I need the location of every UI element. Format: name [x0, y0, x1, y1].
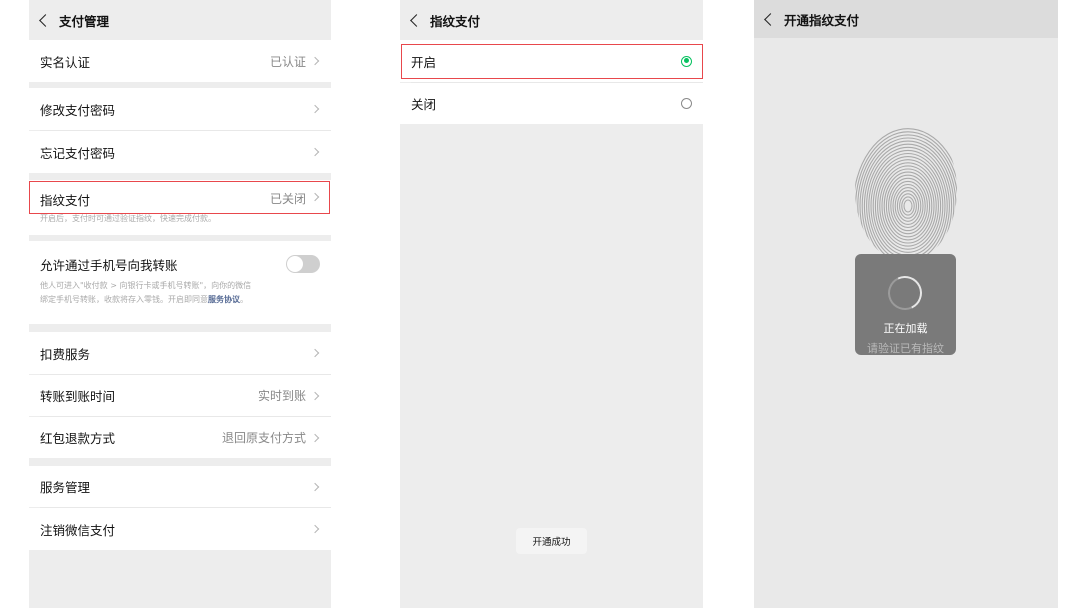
desc-end: 。: [240, 295, 248, 304]
enable-fingerprint-screen: 开通指纹支付 正在加载 请验证已有指纹: [754, 0, 1058, 608]
row-label: 服务管理: [40, 480, 91, 495]
chevron-right-icon: [310, 104, 320, 114]
row-label: 修改支付密码: [40, 102, 116, 118]
fingerprint-ridge: [894, 187, 922, 225]
option-label: 关闭: [411, 97, 437, 112]
row-label: 注销微信支付: [40, 522, 116, 538]
fingerprint-ridge: [881, 168, 935, 244]
loading-spinner-icon: [883, 271, 927, 315]
realname-auth-row[interactable]: 实名认证 已认证: [29, 40, 331, 82]
chevron-right-icon: [310, 433, 320, 442]
loading-text: 正在加载: [883, 322, 928, 335]
row-value: 已认证: [269, 54, 306, 69]
fingerprint-ridge: [872, 156, 944, 256]
payment-management-screen: 支付管理 实名认证 已认证 修改支付密码 忘记支付密码 指纹支付 已关闭 开启后…: [29, 0, 331, 608]
row-label: 扣费服务: [40, 346, 91, 362]
back-arrow-icon[interactable]: [764, 12, 777, 26]
row-label: 忘记支付密码: [40, 145, 116, 161]
chevron-right-icon: [310, 348, 320, 358]
cancel-wechat-pay-row[interactable]: 注销微信支付: [29, 508, 331, 550]
fingerprint-ridge: [896, 190, 920, 222]
title-bar: 开通指纹支付: [754, 0, 1058, 38]
forgot-pay-password-row[interactable]: 忘记支付密码: [29, 131, 331, 173]
page-title: 开通指纹支付: [784, 12, 860, 28]
row-value: 实时到账: [257, 389, 306, 403]
row-label: 实名认证: [40, 54, 91, 70]
fingerprint-ridge: [874, 159, 942, 253]
back-arrow-icon[interactable]: [410, 13, 423, 27]
chevron-right-icon: [310, 56, 320, 66]
fingerprint-icon: [855, 128, 957, 262]
service-management-row[interactable]: 服务管理: [29, 466, 331, 507]
service-agreement-link[interactable]: 服务协议: [208, 295, 240, 304]
chevron-right-icon: [310, 147, 320, 157]
fingerprint-ridge: [868, 149, 948, 262]
success-toast: 开通成功: [516, 528, 587, 554]
page-title: 支付管理: [59, 13, 110, 29]
phone-transfer-description: 他人可进入"收付款 > 向银行卡或手机号转账"，向你的微信 绑定手机号转账，收款…: [40, 279, 323, 307]
highlight-box: [401, 44, 703, 79]
phone-transfer-toggle[interactable]: [286, 255, 320, 273]
fingerprint-description: 开启后，支付时可通过验证指纹，快速完成付款。: [40, 214, 216, 223]
verify-hint: 请验证已有指纹: [867, 342, 944, 355]
desc-text: 绑定手机号转账，收款将存入零钱。开启即同意: [40, 295, 208, 304]
title-bar: 支付管理: [29, 0, 331, 40]
desc-line: 绑定手机号转账，收款将存入零钱。开启即同意服务协议。: [40, 293, 323, 307]
fingerprint-ridge: [888, 177, 928, 235]
back-arrow-icon[interactable]: [39, 13, 52, 27]
red-packet-refund-row[interactable]: 红包退款方式 退回原支付方式: [29, 417, 331, 458]
highlight-box: [29, 181, 330, 214]
chevron-right-icon: [310, 391, 320, 400]
desc-line: 他人可进入"收付款 > 向银行卡或手机号转账"，向你的微信: [40, 281, 252, 290]
row-label: 红包退款方式: [40, 431, 116, 446]
row-label: 转账到账时间: [40, 389, 116, 404]
chevron-right-icon: [310, 524, 320, 534]
fingerprint-pay-screen: 指纹支付 开启 关闭 开通成功: [400, 0, 703, 608]
page-title: 指纹支付: [430, 13, 481, 29]
title-bar: 指纹支付: [400, 0, 703, 40]
option-disable[interactable]: 关闭: [400, 83, 703, 124]
deduction-service-row[interactable]: 扣费服务: [29, 332, 331, 374]
fingerprint-ridge: [903, 199, 913, 213]
chevron-right-icon: [310, 482, 320, 491]
transfer-time-row[interactable]: 转账到账时间 实时到账: [29, 375, 331, 416]
row-value: 退回原支付方式: [221, 431, 306, 445]
toggle-knob: [287, 256, 303, 272]
radio-unselected-icon[interactable]: [681, 98, 692, 109]
row-label: 允许通过手机号向我转账: [40, 258, 178, 273]
fingerprint-ridge: [890, 180, 926, 232]
change-pay-password-row[interactable]: 修改支付密码: [29, 88, 331, 130]
